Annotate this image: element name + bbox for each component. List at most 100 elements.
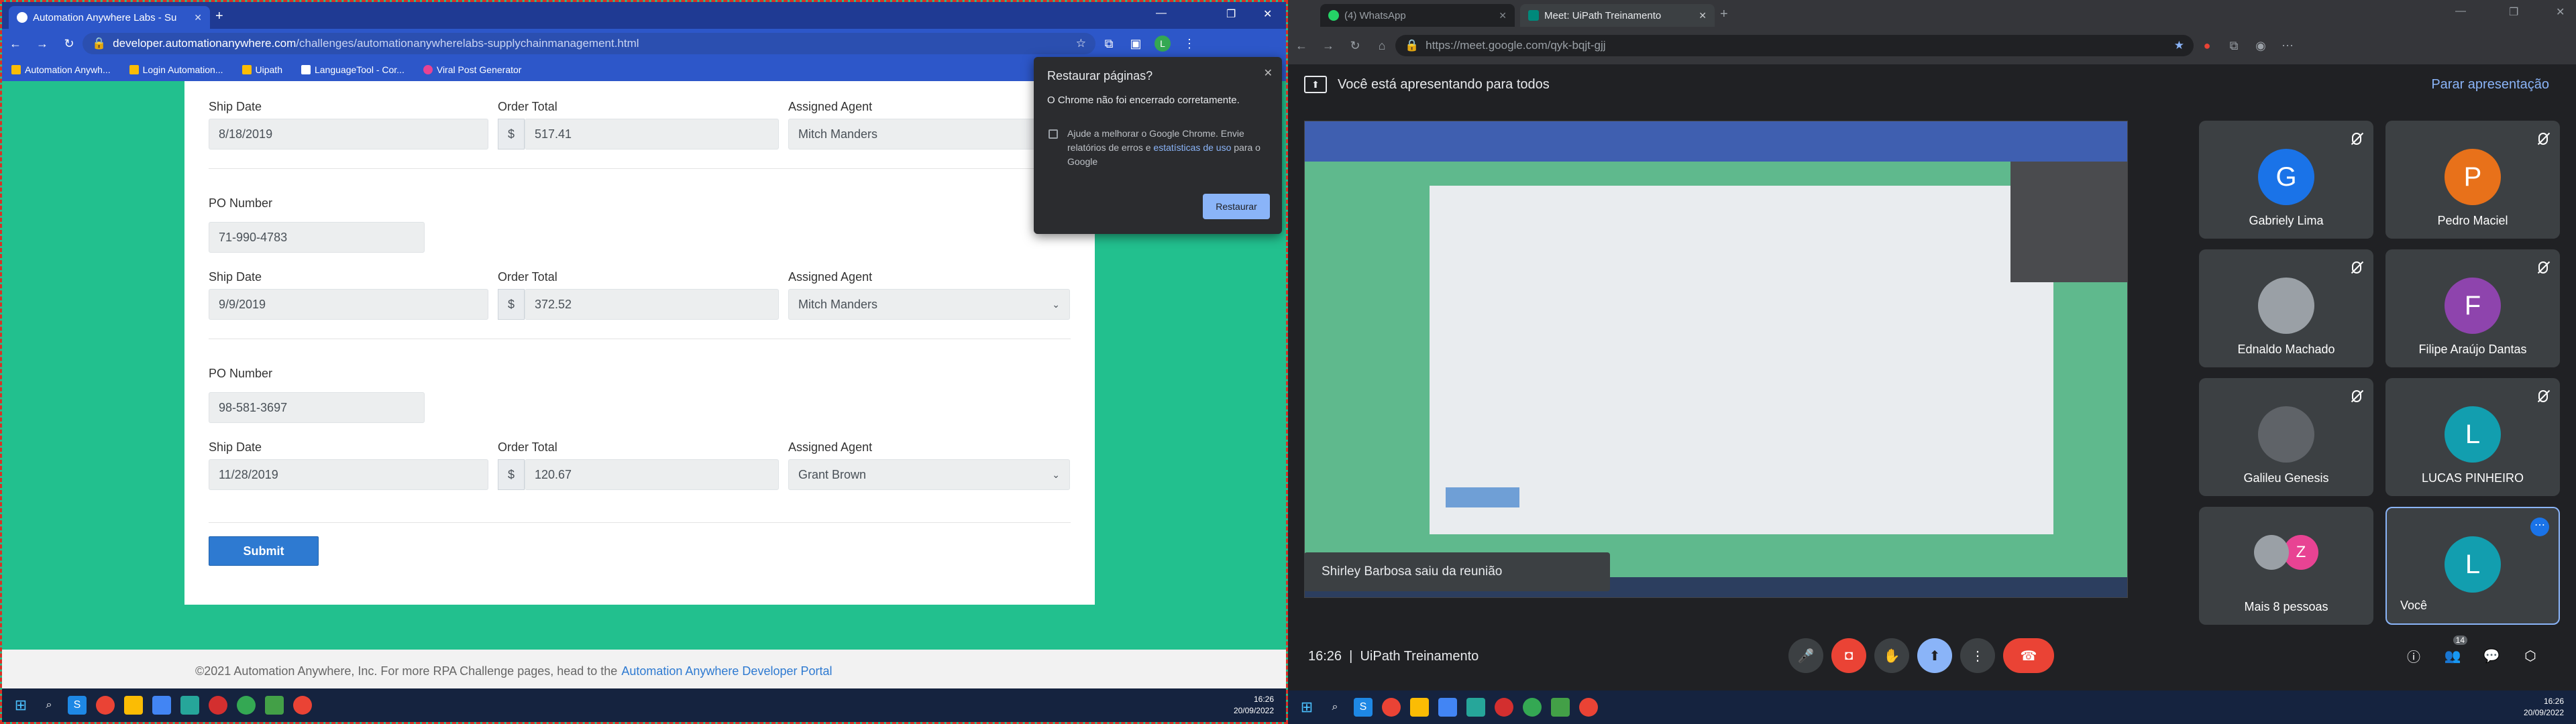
microphone-icon[interactable]: 🎤 — [1788, 638, 1823, 673]
participant-tile[interactable]: Galileu Genesis — [2199, 378, 2373, 496]
maximize-icon[interactable]: ❐ — [2509, 5, 2518, 19]
clock[interactable]: 16:26 20/09/2022 — [1234, 694, 1274, 717]
activities-icon[interactable]: ⬡ — [2513, 638, 2548, 673]
bookmark-item[interactable]: Automation Anywh... — [11, 64, 111, 75]
bookmark-item[interactable]: Viral Post Generator — [423, 64, 521, 75]
menu-icon[interactable]: ⋮ — [1176, 37, 1203, 51]
more-options-icon[interactable]: ⋯ — [2530, 518, 2549, 536]
stats-link[interactable]: estatísticas de uso — [1153, 142, 1231, 153]
reload-icon[interactable]: ↻ — [56, 37, 83, 51]
app-icon[interactable] — [1551, 698, 1570, 717]
stats-checkbox[interactable] — [1049, 129, 1058, 139]
order-total-field[interactable]: 372.52 — [525, 289, 779, 320]
present-screen-icon[interactable]: ⬆ — [1917, 638, 1952, 673]
submit-button[interactable]: Submit — [209, 536, 319, 566]
end-call-icon[interactable]: ☎ — [2003, 638, 2054, 673]
app-icon[interactable] — [265, 696, 284, 715]
participant-tile[interactable]: L LUCAS PINHEIRO — [2385, 378, 2560, 496]
app-icon[interactable] — [1495, 698, 1513, 717]
raise-hand-icon[interactable]: ✋ — [1874, 638, 1909, 673]
home-icon[interactable]: ⌂ — [1368, 39, 1395, 53]
forward-icon[interactable]: → — [1315, 39, 1342, 53]
back-icon[interactable]: ← — [1288, 39, 1315, 53]
file-explorer-icon[interactable] — [1410, 698, 1429, 717]
windows-start-icon[interactable]: ⊞ — [1297, 698, 1316, 717]
participant-tile[interactable]: G Gabriely Lima — [2199, 121, 2373, 239]
tab-meet[interactable]: Meet: UiPath Treinamento ✕ — [1520, 4, 1715, 27]
order-total-field[interactable]: 120.67 — [525, 459, 779, 490]
agent-select[interactable]: Mitch Manders — [788, 119, 1070, 149]
record-icon[interactable]: ● — [2194, 39, 2220, 53]
app-icon[interactable] — [209, 696, 227, 715]
app-icon[interactable] — [180, 696, 199, 715]
chrome-icon[interactable] — [96, 696, 115, 715]
bookmark-item[interactable]: LanguageTool - Cor... — [301, 64, 405, 75]
forward-icon[interactable]: → — [29, 37, 56, 51]
bookmark-item[interactable]: Uipath — [241, 64, 282, 75]
reload-icon[interactable]: ↻ — [1342, 39, 1368, 53]
close-window-icon[interactable]: ✕ — [2556, 5, 2565, 19]
po-number-field[interactable]: 98-581-3697 — [209, 392, 425, 423]
restore-button[interactable]: Restaurar — [1203, 194, 1270, 219]
agent-select[interactable]: Grant Brown ⌄ — [788, 459, 1070, 490]
minimize-icon[interactable]: — — [1156, 7, 1167, 19]
developer-portal-link[interactable]: Automation Anywhere Developer Portal — [621, 664, 832, 678]
ship-date-field[interactable]: 8/18/2019 — [209, 119, 488, 149]
profile-icon[interactable]: L — [1149, 36, 1176, 52]
ship-date-field[interactable]: 11/28/2019 — [209, 459, 488, 490]
clock[interactable]: 16:26 20/09/2022 — [2524, 696, 2564, 719]
maximize-icon[interactable]: ❐ — [1226, 7, 1236, 21]
po-number-field[interactable]: 71-990-4783 — [209, 222, 425, 253]
close-window-icon[interactable]: ✕ — [1263, 7, 1272, 21]
windows-start-icon[interactable]: ⊞ — [11, 696, 30, 715]
profile-icon[interactable]: ◉ — [2247, 39, 2274, 53]
order-total-field[interactable]: 517.41 — [525, 119, 779, 149]
url-field[interactable]: 🔒 https://meet.google.com/qyk-bqjt-gjj ★ — [1395, 35, 2194, 56]
more-options-icon[interactable]: ⋮ — [1960, 638, 1995, 673]
app-icon[interactable]: S — [1354, 698, 1373, 717]
chrome-icon[interactable] — [237, 696, 256, 715]
close-tab-icon[interactable]: ✕ — [1499, 10, 1507, 21]
sidebar-icon[interactable]: ▣ — [1122, 37, 1149, 51]
bookmark-item[interactable]: Login Automation... — [129, 64, 223, 75]
participant-tile[interactable]: Ednaldo Machado — [2199, 249, 2373, 367]
minimize-icon[interactable]: — — [2455, 5, 2466, 17]
star-icon[interactable]: ☆ — [1076, 37, 1086, 50]
extensions-icon[interactable]: ⧉ — [2220, 39, 2247, 53]
app-icon[interactable]: S — [68, 696, 87, 715]
tab-automation-anywhere[interactable]: Automation Anywhere Labs - Su ✕ — [9, 6, 210, 29]
participant-tile[interactable]: P Pedro Maciel — [2385, 121, 2560, 239]
agent-select[interactable]: Mitch Manders ⌄ — [788, 289, 1070, 320]
stop-presenting-button[interactable]: Parar apresentação — [2431, 77, 2549, 93]
info-icon[interactable]: ⓘ — [2396, 638, 2431, 673]
chat-icon[interactable]: 💬 — [2474, 638, 2509, 673]
chrome-icon[interactable] — [1382, 698, 1401, 717]
ship-date-field[interactable]: 9/9/2019 — [209, 289, 488, 320]
camera-off-icon[interactable]: ◘ — [1831, 638, 1866, 673]
search-icon[interactable]: ⌕ — [40, 696, 58, 715]
url-field[interactable]: 🔒 developer.automationanywhere.com/chall… — [83, 33, 1095, 54]
chrome-icon[interactable] — [293, 696, 312, 715]
mail-icon[interactable] — [152, 696, 171, 715]
star-icon[interactable]: ★ — [2174, 39, 2184, 52]
mail-icon[interactable] — [1438, 698, 1457, 717]
tab-whatsapp[interactable]: (4) WhatsApp ✕ — [1320, 4, 1515, 27]
new-tab-icon[interactable]: + — [215, 9, 223, 24]
people-count-badge: 14 — [2453, 636, 2467, 645]
people-icon[interactable]: 👥 14 — [2435, 636, 2470, 673]
close-tab-icon[interactable]: ✕ — [194, 12, 202, 23]
chrome-icon[interactable] — [1579, 698, 1598, 717]
menu-icon[interactable]: ⋯ — [2274, 39, 2301, 53]
file-explorer-icon[interactable] — [124, 696, 143, 715]
back-icon[interactable]: ← — [2, 37, 29, 51]
extensions-icon[interactable]: ⧉ — [1095, 37, 1122, 51]
more-people-tile[interactable]: Z Mais 8 pessoas — [2199, 507, 2373, 625]
close-tab-icon[interactable]: ✕ — [1699, 10, 1707, 21]
participant-tile[interactable]: F Filipe Araújo Dantas — [2385, 249, 2560, 367]
self-tile[interactable]: ⋯ L Você — [2385, 507, 2560, 625]
new-tab-icon[interactable]: + — [1720, 7, 1728, 22]
search-icon[interactable]: ⌕ — [1326, 698, 1344, 717]
chrome-icon[interactable] — [1523, 698, 1542, 717]
app-icon[interactable] — [1466, 698, 1485, 717]
close-icon[interactable]: ✕ — [1264, 66, 1273, 80]
